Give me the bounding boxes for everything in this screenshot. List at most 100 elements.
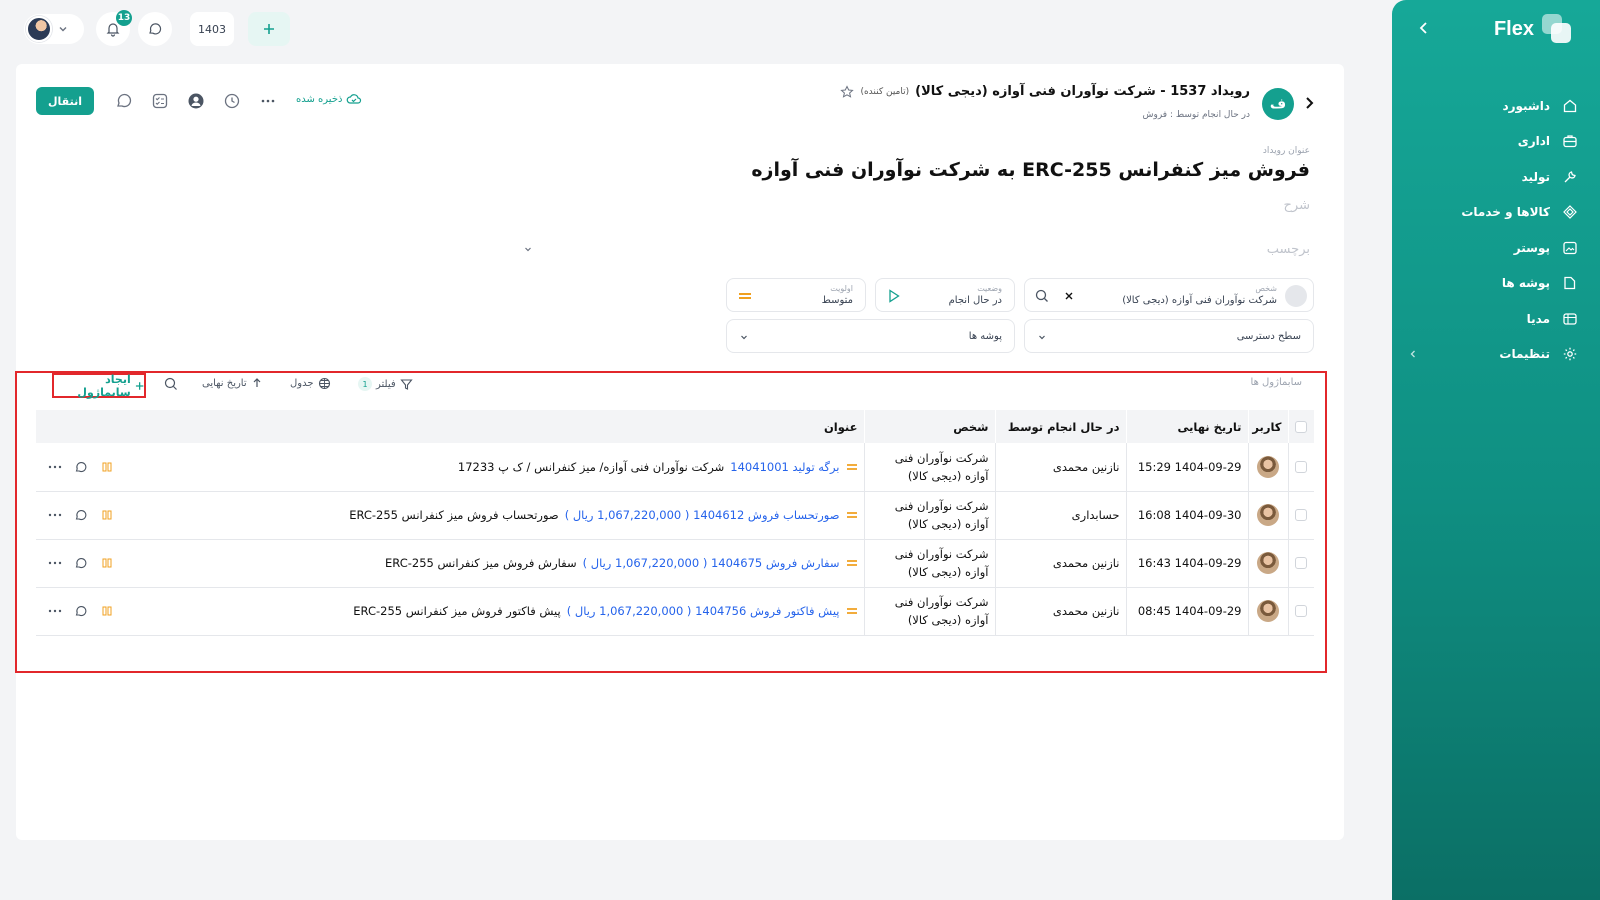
sidebar-item-poster[interactable]: پوستر: [1408, 230, 1578, 266]
user-menu[interactable]: [24, 14, 84, 44]
transfer-button[interactable]: انتقال: [36, 87, 94, 115]
chat-icon[interactable]: [74, 460, 88, 474]
sidebar-item-admin[interactable]: اداری: [1408, 124, 1578, 160]
fiscal-year-selector[interactable]: 1403: [190, 12, 234, 46]
subtask-title-text: شرکت نوآوران فنی آوازه/ میز کنفرانس / ک …: [457, 459, 725, 474]
sidebar: Flex داشبورد اداری تولید کالاها و خدمات …: [1392, 0, 1600, 900]
more-icon[interactable]: [48, 460, 62, 474]
notifications-button[interactable]: 13: [96, 10, 132, 46]
person-cell: شرکت نوآوران فنی آوازه (دیجی کالا): [863, 491, 995, 540]
more-icon[interactable]: [48, 556, 62, 570]
folders-label: پوشه ها: [968, 331, 1002, 342]
sidebar-item-media[interactable]: مدیا: [1408, 301, 1578, 337]
description-field[interactable]: شرح: [1284, 198, 1310, 213]
sidebar-item-label: تنظیمات: [1499, 347, 1550, 362]
user-icon[interactable]: [187, 92, 205, 110]
filter-button[interactable]: فیلتر 1: [358, 377, 413, 391]
subtask-title[interactable]: برگه تولید 14041001 شرکت نوآوران فنی آوا…: [458, 460, 858, 474]
subtask-link[interactable]: پیش فاکتور فروش 1404756 ( 1,067,220,000 …: [567, 604, 840, 618]
create-subtask-button[interactable]: ایجاد سابماژول: [52, 373, 146, 399]
progress-icon[interactable]: [100, 460, 114, 474]
image-icon: [1563, 241, 1577, 254]
column-title[interactable]: عنوان: [36, 410, 864, 443]
subtask-title[interactable]: صورتحساب فروش 1404612 ( 1,067,220,000 ری…: [349, 508, 857, 522]
select-all-cell[interactable]: [1287, 410, 1314, 443]
checklist-icon[interactable]: [151, 92, 169, 110]
column-person[interactable]: شخص: [863, 410, 995, 443]
chat-icon[interactable]: [115, 92, 133, 110]
progress-icon[interactable]: [100, 604, 114, 618]
search-button[interactable]: [164, 377, 178, 391]
row-checkbox[interactable]: [1295, 557, 1308, 569]
column-assignee[interactable]: در حال انجام توسط: [994, 410, 1126, 443]
table-row[interactable]: 1404-09-29 15:29 نازنین محمدی شرکت نوآور…: [36, 443, 1314, 492]
arrow-up-icon: [253, 378, 261, 387]
row-checkbox[interactable]: [1295, 605, 1308, 617]
more-icon[interactable]: [48, 604, 62, 618]
tag-field[interactable]: برچسب: [1267, 242, 1310, 257]
sidebar-item-production[interactable]: تولید: [1408, 159, 1578, 195]
status-field[interactable]: وضعیت در حال انجام: [875, 278, 1015, 312]
user-avatar: [1257, 600, 1279, 622]
products-icon: [1563, 205, 1577, 220]
access-level-select[interactable]: سطح دسترسی: [1024, 319, 1314, 353]
row-checkbox[interactable]: [1295, 509, 1308, 521]
sidebar-item-settings[interactable]: تنظیمات: [1408, 337, 1578, 373]
sidebar-item-products[interactable]: کالاها و خدمات: [1408, 195, 1578, 231]
due-date-cell: 1404-09-29 15:29: [1125, 443, 1248, 492]
back-arrow-icon[interactable]: [1302, 96, 1316, 110]
chat-icon[interactable]: [74, 604, 88, 618]
close-icon[interactable]: [1063, 290, 1075, 302]
row-checkbox[interactable]: [1295, 460, 1308, 473]
table-row[interactable]: 1404-09-30 16:08 حسابداری شرکت نوآوران ف…: [36, 491, 1314, 540]
priority-field[interactable]: اولویت متوسط: [726, 278, 866, 312]
search-icon[interactable]: [1035, 289, 1049, 303]
sidebar-collapse-icon[interactable]: [1414, 18, 1434, 38]
star-icon[interactable]: [840, 84, 855, 99]
assignee-cell: نازنین محمدی: [994, 587, 1126, 636]
sidebar-item-folders[interactable]: پوشه ها: [1408, 266, 1578, 302]
view-table-button[interactable]: جدول: [290, 377, 331, 390]
sort-due-date-button[interactable]: تاریخ نهایی: [202, 377, 263, 389]
due-date-cell: 1404-09-29 16:43: [1125, 539, 1248, 588]
subtask-title[interactable]: پیش فاکتور فروش 1404756 ( 1,067,220,000 …: [353, 604, 857, 618]
priority-medium-icon: [846, 560, 857, 566]
chevron-down-icon[interactable]: [523, 244, 533, 254]
subtask-link[interactable]: سفارش فروش 1404675 ( 1,067,220,000 ریال …: [583, 556, 840, 570]
user-avatar: [1257, 552, 1279, 574]
search-icon: [164, 377, 177, 390]
chat-icon[interactable]: [74, 556, 88, 570]
more-icon[interactable]: [48, 508, 62, 522]
event-header: رویداد 1537 - شرکت نوآوران فنی آوازه (دی…: [840, 84, 1250, 99]
subtask-title[interactable]: سفارش فروش 1404675 ( 1,067,220,000 ریال …: [385, 556, 857, 570]
subtask-link[interactable]: صورتحساب فروش 1404612 ( 1,067,220,000 ری…: [565, 508, 840, 522]
person-cell: شرکت نوآوران فنی آوازه (دیجی کالا): [863, 587, 995, 636]
plus-icon: [264, 24, 274, 34]
sidebar-item-label: اداری: [1517, 134, 1550, 149]
saved-status: ذخیره شده: [296, 92, 362, 106]
chat-icon[interactable]: [74, 508, 88, 522]
more-icon[interactable]: [259, 92, 277, 110]
progress-icon[interactable]: [100, 508, 114, 522]
priority-field-label: اولویت: [830, 284, 853, 293]
event-name[interactable]: فروش میز کنفرانس ERC-255 به شرکت نوآوران…: [751, 159, 1310, 181]
clock-icon[interactable]: [223, 92, 241, 110]
select-all-checkbox[interactable]: [1295, 420, 1308, 433]
sidebar-item-label: مدیا: [1526, 311, 1550, 326]
person-field[interactable]: شخص شرکت نوآوران فنی آوازه (دیجی کالا): [1024, 278, 1314, 312]
column-due-date[interactable]: تاریخ نهایی: [1125, 410, 1248, 443]
user-avatar: [1257, 504, 1279, 526]
sidebar-item-dashboard[interactable]: داشبورد: [1408, 88, 1578, 124]
progress-icon[interactable]: [100, 556, 114, 570]
table-row[interactable]: 1404-09-29 08:45 نازنین محمدی شرکت نوآور…: [36, 587, 1314, 636]
person-cell: شرکت نوآوران فنی آوازه (دیجی کالا): [863, 539, 995, 588]
chat-button[interactable]: [138, 12, 172, 46]
subtask-link[interactable]: برگه تولید 14041001: [730, 460, 839, 474]
column-user[interactable]: کاربر: [1247, 410, 1288, 443]
assignee-cell: حسابداری: [994, 491, 1126, 540]
view-label: جدول: [290, 378, 314, 389]
add-button[interactable]: [248, 12, 290, 46]
subtask-title-text: صورتحساب فروش میز کنفرانس ERC-255: [349, 508, 559, 522]
table-row[interactable]: 1404-09-29 16:43 نازنین محمدی شرکت نوآور…: [36, 539, 1314, 588]
folders-select[interactable]: پوشه ها: [726, 319, 1015, 353]
